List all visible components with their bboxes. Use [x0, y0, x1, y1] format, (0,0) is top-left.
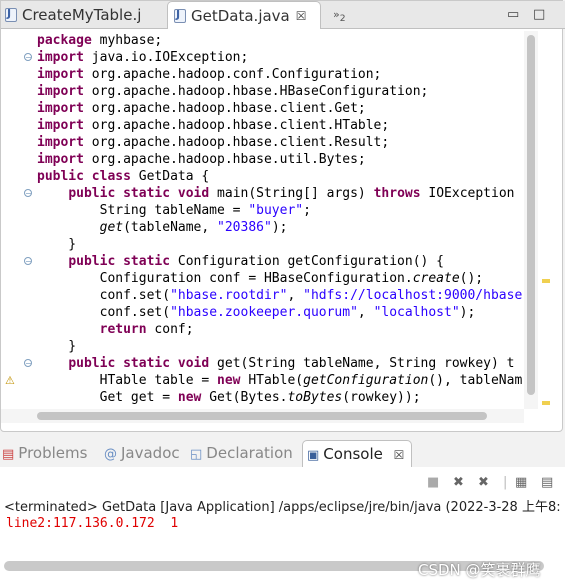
console-icon: ▣ [307, 448, 320, 463]
tab-problems[interactable]: ▤ Problems [2, 440, 87, 467]
code-line[interactable]: return conf; [37, 321, 194, 338]
code-line[interactable]: } [37, 338, 76, 355]
horizontal-scrollbar[interactable] [1, 409, 524, 423]
code-line[interactable]: public static void main(String[] args) t… [37, 185, 514, 202]
code-line[interactable]: public static Configuration getConfigura… [37, 253, 444, 270]
view-tab-bar: ▤ Problems @ Javadoc ◱ Declaration ▣ Console… [0, 440, 565, 467]
watermark: CSDN @笑裹群鹰 [418, 561, 541, 579]
tab-label: CreateMyTable.j [22, 5, 142, 24]
close-tab-icon[interactable]: ☒ [394, 448, 405, 462]
fold-icon[interactable]: − [24, 189, 32, 198]
editor-pane: CreateMyTable.j GetData.java ☒ »2 ▭ □ − … [0, 0, 565, 432]
code-line[interactable]: import org.apache.hadoop.hbase.client.Re… [37, 134, 389, 151]
code-line[interactable]: get(tableName, "20386"); [37, 219, 288, 236]
maximize-icon[interactable]: □ [533, 7, 545, 22]
java-file-icon [174, 8, 186, 23]
tab-label: GetData.java [191, 6, 290, 25]
code-line[interactable]: import org.apache.hadoop.hbase.client.Ge… [37, 100, 366, 117]
overview-warning-marker[interactable] [542, 401, 550, 405]
show-console-icon[interactable]: ▤ [541, 475, 553, 490]
console-output[interactable]: line2:117.136.0.172 1 [6, 516, 178, 531]
code-line[interactable]: conf.set("hbase.rootdir", "hdfs://localh… [37, 287, 523, 304]
code-line[interactable]: } [37, 236, 76, 253]
minimize-icon[interactable]: ▭ [507, 7, 519, 22]
code-line[interactable]: import org.apache.hadoop.hbase.HBaseConf… [37, 83, 428, 100]
remove-all-terminated-icon[interactable]: ✖ [478, 475, 489, 490]
code-line[interactable]: import org.apache.hadoop.hbase.util.Byte… [37, 151, 366, 168]
tab-console[interactable]: ▣ Console ☒ [302, 440, 412, 467]
scroll-lock-icon[interactable]: ▦ [515, 475, 527, 490]
tab-createmytable[interactable]: CreateMyTable.j [5, 1, 141, 28]
code-line[interactable]: Get get = new Get(Bytes.toBytes(rowkey))… [37, 389, 421, 406]
code-line[interactable]: conf.set("hbase.zookeeper.quorum", "loca… [37, 304, 476, 321]
fold-icon[interactable]: − [24, 257, 32, 266]
code-line[interactable]: String tableName = "buyer"; [37, 202, 311, 219]
tab-overflow-button[interactable]: »2 [333, 8, 346, 24]
fold-icon[interactable]: − [24, 53, 32, 62]
declaration-icon: ◱ [190, 447, 203, 462]
scroll-thumb[interactable] [37, 412, 487, 420]
code-line[interactable]: import java.io.IOException; [37, 49, 248, 66]
javadoc-icon: @ [104, 447, 117, 462]
console-status: <terminated> GetData [Java Application] … [4, 500, 561, 515]
terminate-icon[interactable]: ■ [427, 475, 439, 490]
fold-icon[interactable]: − [24, 359, 32, 368]
code-line[interactable]: import org.apache.hadoop.hbase.client.HT… [37, 117, 389, 134]
code-line[interactable]: Configuration conf = HBaseConfiguration.… [37, 270, 484, 287]
code-line[interactable]: HTable table = new HTable(getConfigurati… [37, 372, 523, 389]
tab-javadoc[interactable]: @ Javadoc [104, 440, 180, 467]
console-pane: ■ ✖ ✖ | ▦ ▤ <terminated> GetData [Java A… [0, 467, 565, 587]
warning-icon[interactable]: ⚠ [5, 375, 17, 387]
problems-icon: ▤ [2, 447, 15, 462]
editor-tab-bar: CreateMyTable.j GetData.java ☒ »2 ▭ □ [1, 1, 565, 29]
tab-declaration[interactable]: ◱ Declaration [190, 440, 293, 467]
close-tab-icon[interactable]: ☒ [296, 9, 307, 23]
code-line[interactable]: public static void get(String tableName,… [37, 355, 514, 372]
tab-getdata[interactable]: GetData.java ☒ [167, 1, 321, 29]
code-line[interactable]: public class GetData { [37, 168, 209, 185]
overview-warning-marker[interactable] [542, 279, 550, 283]
scroll-thumb[interactable] [527, 35, 535, 395]
toolbar-separator: | [503, 475, 508, 490]
vertical-scrollbar[interactable] [524, 31, 538, 409]
code-area[interactable]: − − − − ⚠ package myhbase; import java.io… [1, 31, 524, 407]
remove-launch-icon[interactable]: ✖ [453, 475, 464, 490]
code-line[interactable]: package myhbase; [37, 32, 162, 49]
code-line[interactable]: import org.apache.hadoop.conf.Configurat… [37, 66, 381, 83]
java-file-icon [5, 7, 17, 22]
